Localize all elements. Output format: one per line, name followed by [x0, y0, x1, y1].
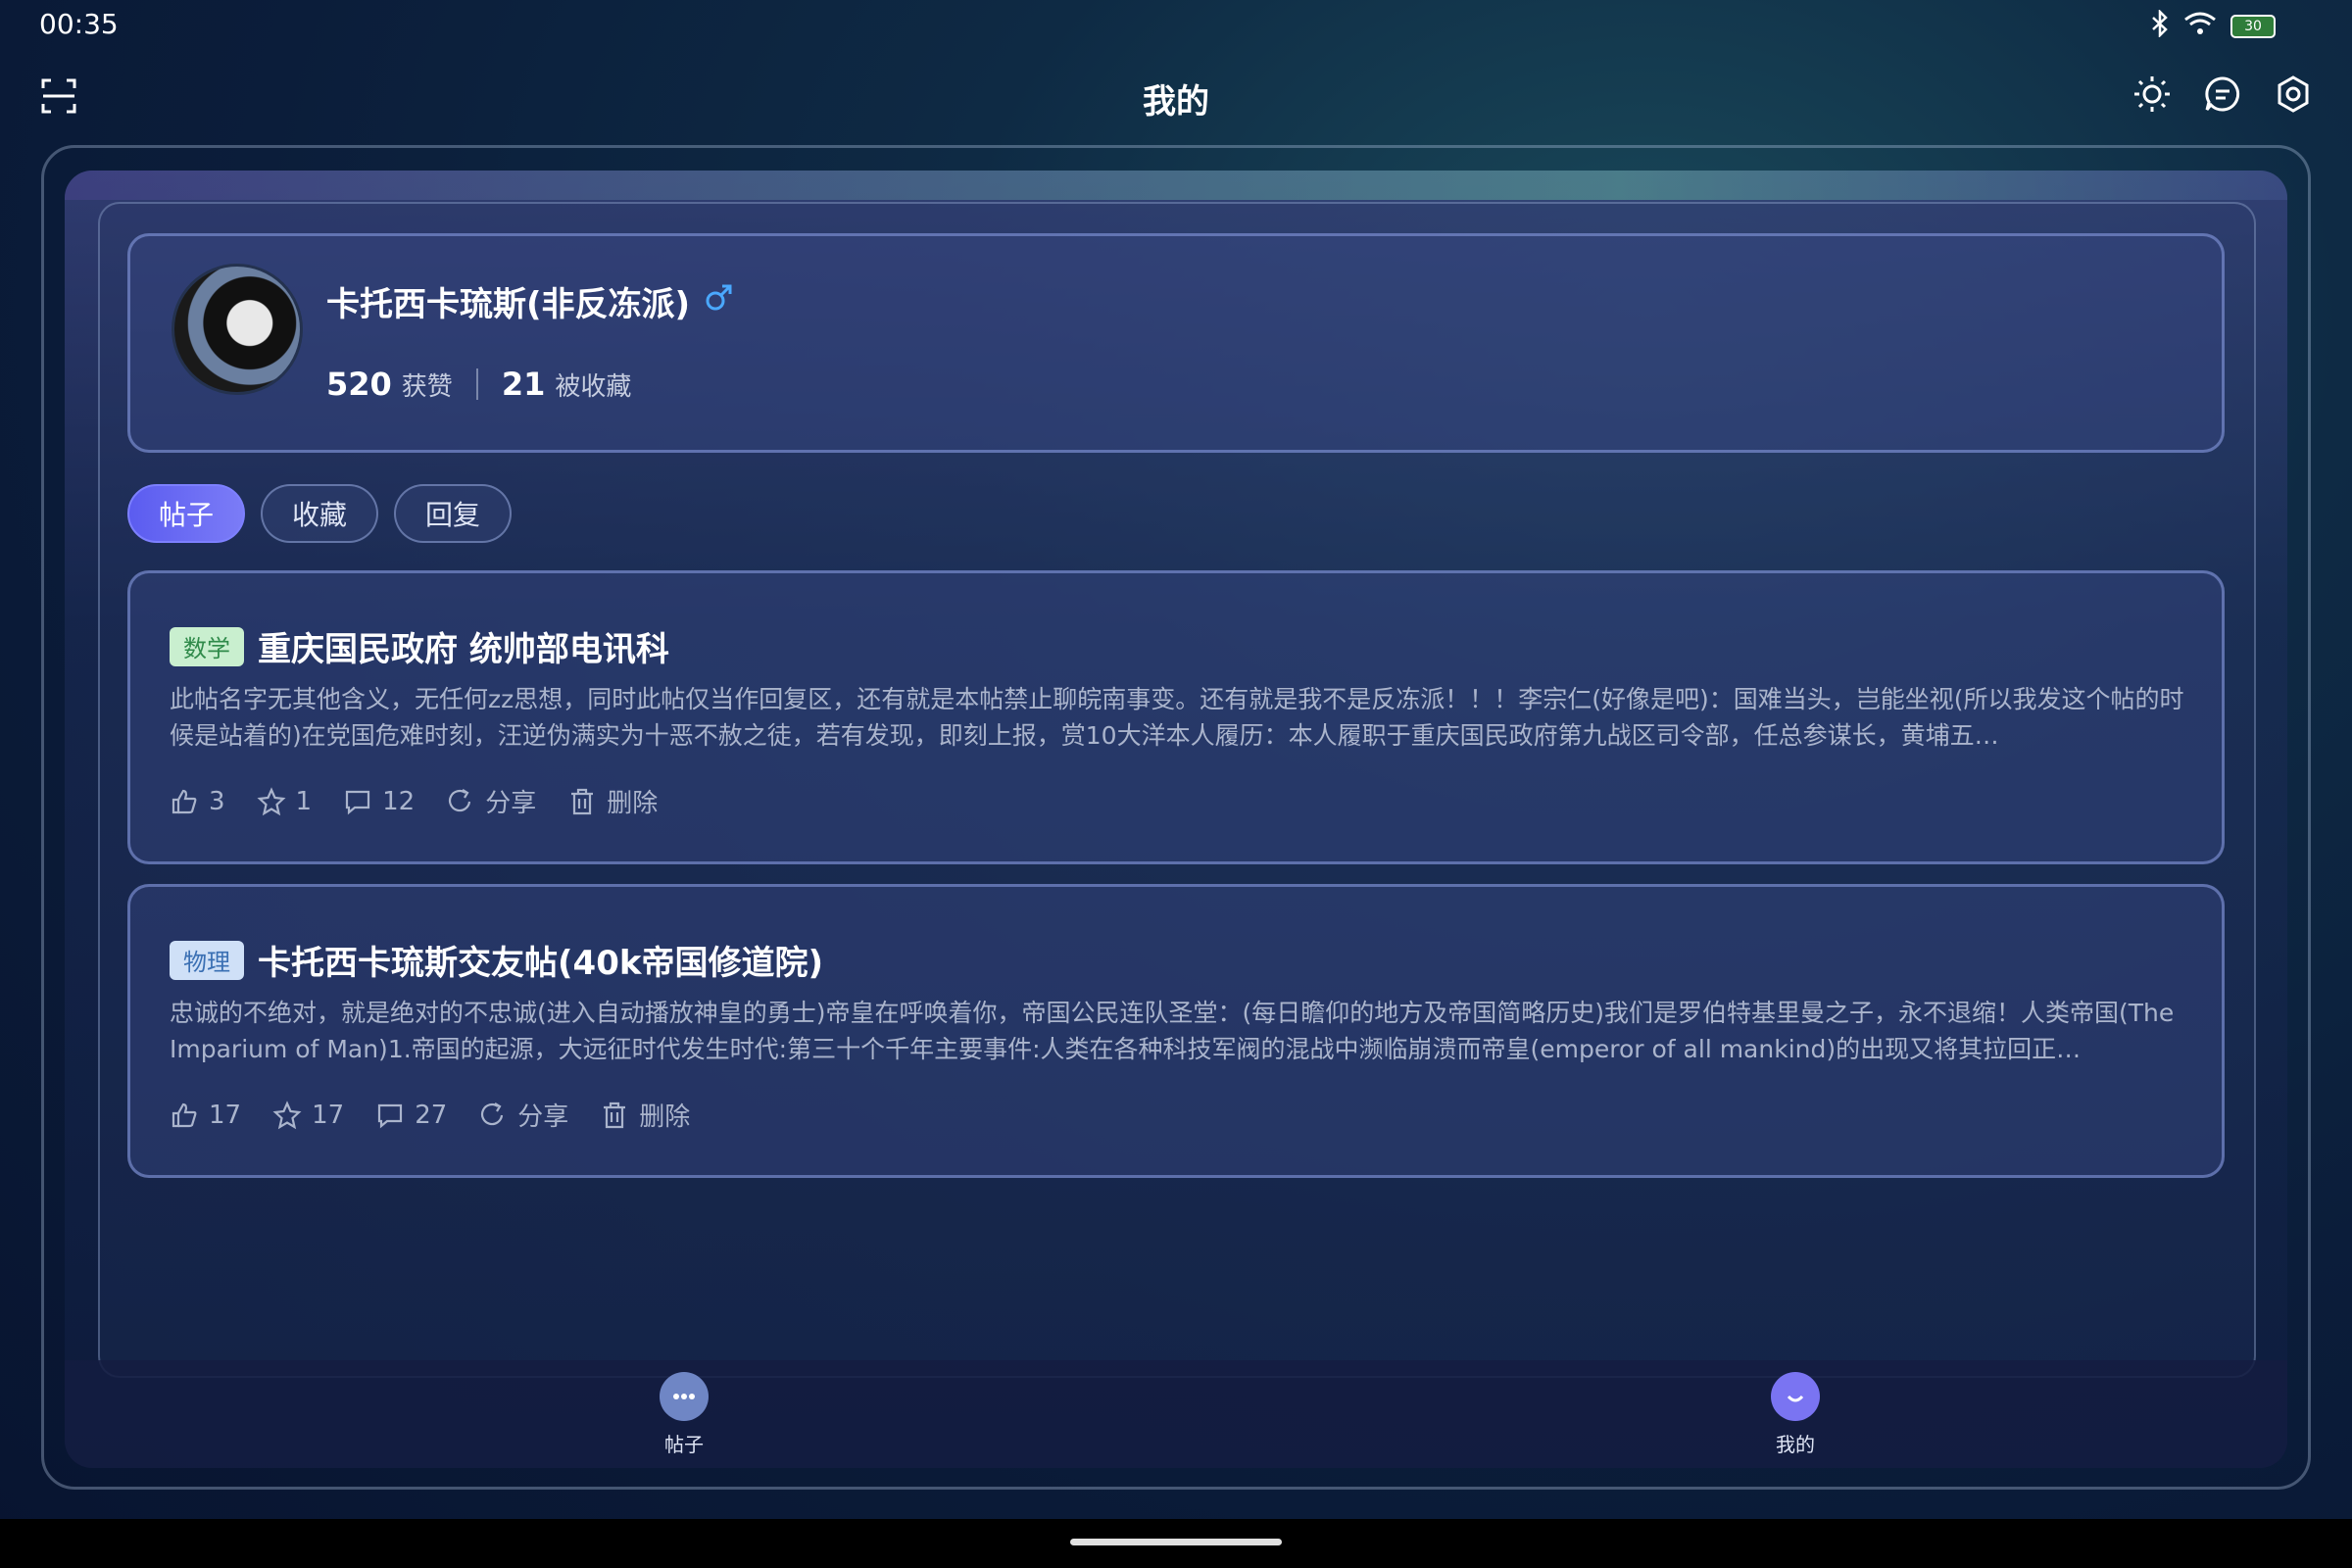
like-button[interactable]: 3: [170, 783, 225, 819]
profile-card: 卡托西卡琉斯(非反冻派) 520 获赞 21 被收藏: [127, 233, 2225, 453]
like-count: 3: [209, 786, 225, 816]
comment-count: 27: [415, 1100, 448, 1130]
wifi-icon: [2183, 11, 2217, 42]
nav-mine[interactable]: 我的: [1737, 1372, 1854, 1457]
post-actions: 3 1 12 分享 删除: [170, 783, 658, 819]
post-tag: 数学: [170, 626, 244, 666]
tab-replies[interactable]: 回复: [394, 484, 513, 543]
favorites-label: 被收藏: [555, 371, 632, 402]
share-button[interactable]: 分享: [446, 783, 536, 819]
battery-icon: 30: [2230, 15, 2276, 38]
user-face-icon: [1771, 1372, 1820, 1421]
star-icon: [272, 1100, 302, 1129]
comment-button[interactable]: 27: [375, 1097, 447, 1133]
likes-count: 520: [326, 366, 392, 403]
profile-tabs: 帖子 收藏 回复: [127, 484, 513, 543]
profile-stats: 520 获赞 21 被收藏: [326, 366, 631, 403]
star-button[interactable]: 1: [257, 783, 313, 819]
post-card[interactable]: 物理 卡托西卡琉斯交友帖(40k帝国修道院) 忠诚的不绝对，就是绝对的不忠诚(进…: [127, 884, 2225, 1178]
post-body: 忠诚的不绝对，就是绝对的不忠诚(进入自动播放神皇的勇士)帝皇在呼唤着你，帝国公民…: [170, 999, 2175, 1063]
page-title: 我的: [1143, 82, 1209, 122]
settings-icon[interactable]: [2272, 73, 2315, 116]
star-count: 1: [295, 786, 313, 816]
share-icon: [449, 788, 471, 811]
status-icons: 30: [2150, 8, 2276, 43]
tab-favorites[interactable]: 收藏: [261, 484, 379, 543]
trash-icon: [604, 1102, 626, 1128]
post-body: 此帖名字无其他含义，无任何zz思想，同时此帖仅当作回复区，还有就是本帖禁止聊皖南…: [170, 685, 2184, 750]
comment-icon: [345, 790, 370, 814]
home-indicator[interactable]: [1070, 1539, 1282, 1545]
nav-posts[interactable]: 帖子: [625, 1372, 743, 1457]
status-bar: 00:35 30: [0, 0, 2352, 51]
post-actions: 17 17 27 分享 删除: [170, 1097, 690, 1133]
comment-button[interactable]: 12: [343, 783, 415, 819]
like-button[interactable]: 17: [170, 1097, 241, 1133]
share-label: 分享: [517, 1102, 569, 1132]
star-button[interactable]: 17: [272, 1097, 344, 1133]
stat-divider: [475, 368, 478, 400]
avatar[interactable]: [172, 264, 303, 395]
share-label: 分享: [485, 789, 537, 818]
profile-name: 卡托西卡琉斯(非反冻派): [326, 277, 733, 325]
status-time: 00:35: [39, 8, 119, 40]
header-actions: [2131, 73, 2315, 116]
post-tag: 物理: [170, 940, 244, 980]
favorites-count: 21: [501, 366, 546, 403]
tab-posts[interactable]: 帖子: [127, 484, 246, 543]
bluetooth-icon: [2150, 8, 2170, 43]
comment-count: 12: [382, 786, 416, 816]
delete-button[interactable]: 删除: [600, 1097, 690, 1133]
delete-label: 删除: [607, 789, 659, 818]
share-icon: [481, 1102, 504, 1125]
star-icon: [257, 786, 286, 815]
bottom-nav: 帖子 我的: [65, 1360, 2287, 1468]
delete-button[interactable]: 删除: [567, 783, 658, 819]
post-header: 物理 卡托西卡琉斯交友帖(40k帝国修道院): [170, 936, 823, 984]
post-header: 数学 重庆国民政府 统帅部电讯科: [170, 622, 669, 670]
share-button[interactable]: 分享: [478, 1097, 568, 1133]
nav-posts-label: 帖子: [664, 1433, 704, 1456]
trash-icon: [571, 788, 594, 814]
thumbs-up-icon: [172, 789, 197, 813]
delete-label: 删除: [639, 1102, 691, 1132]
like-count: 17: [209, 1100, 242, 1130]
post-title[interactable]: 卡托西卡琉斯交友帖(40k帝国修道院): [258, 936, 823, 984]
top-bar: 我的: [0, 61, 2352, 131]
post-title[interactable]: 重庆国民政府 统帅部电讯科: [258, 622, 669, 670]
comment-icon: [378, 1103, 403, 1128]
chat-bubble-icon: [660, 1372, 709, 1421]
thumbs-up-icon: [172, 1102, 197, 1127]
message-icon[interactable]: [2201, 73, 2244, 116]
post-card[interactable]: 数学 重庆国民政府 统帅部电讯科 此帖名字无其他含义，无任何zz思想，同时此帖仅…: [127, 570, 2225, 864]
male-icon: [704, 281, 733, 321]
likes-label: 获赞: [401, 371, 453, 402]
theme-icon[interactable]: [2131, 73, 2174, 116]
profile-name-text: 卡托西卡琉斯(非反冻派): [326, 285, 691, 324]
nav-mine-label: 我的: [1776, 1433, 1815, 1456]
star-count: 17: [312, 1100, 345, 1130]
system-nav-bar: [0, 1519, 2352, 1568]
